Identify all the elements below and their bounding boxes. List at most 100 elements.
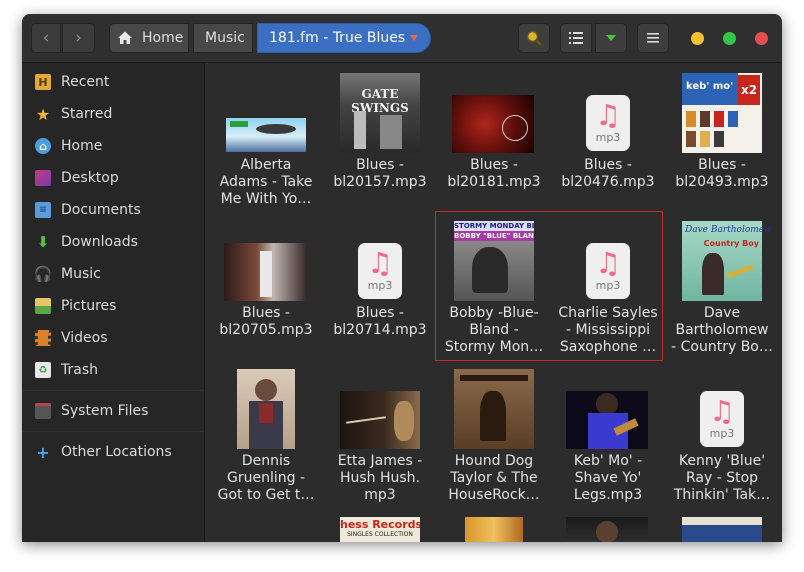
file-name-line: Etta James - xyxy=(337,453,423,469)
file-name-line: bl20705.mp3 xyxy=(219,322,313,338)
forward-button[interactable]: › xyxy=(62,23,95,53)
file-name-line: Blues - xyxy=(698,157,746,173)
file-name-line: Blues - xyxy=(584,157,632,173)
music-note-icon: ♫ xyxy=(367,246,393,280)
file-name-line: Blues - xyxy=(356,157,404,173)
sidebar-item-desktop[interactable]: Desktop xyxy=(35,166,119,190)
file-extension: mp3 xyxy=(367,279,393,292)
list-view-icon xyxy=(569,32,583,44)
search-button[interactable] xyxy=(518,23,550,53)
album-art xyxy=(566,517,648,542)
documents-icon: ≡ xyxy=(35,202,51,218)
mp3-file-icon: ♫ mp3 xyxy=(700,391,744,447)
album-art xyxy=(340,391,420,449)
list-view-button[interactable] xyxy=(560,23,592,53)
forward-icon: › xyxy=(75,28,82,48)
album-art: Dave Bartholomew Country Boy xyxy=(682,221,772,301)
album-art-text: x2 xyxy=(738,75,760,105)
breadcrumb-current-folder[interactable]: 181.fm - True Blues xyxy=(257,23,431,53)
breadcrumb-home[interactable]: Home xyxy=(109,23,189,53)
view-options-button[interactable] xyxy=(595,23,627,53)
sidebar-item-label: Documents xyxy=(61,202,141,218)
file-name-line: Taylor & The xyxy=(450,470,538,486)
file-name-line: Bland - xyxy=(469,322,519,338)
file-name-line: Got to Get t… xyxy=(217,487,315,503)
menu-button[interactable] xyxy=(637,23,669,53)
music-note-icon: ♫ xyxy=(595,98,621,132)
breadcrumb-current-label: 181.fm - True Blues xyxy=(269,30,406,46)
file-name-line: Bobby -Blue- xyxy=(449,305,539,321)
star-icon: ★ xyxy=(35,104,51,124)
downloads-icon: ⬇ xyxy=(36,233,50,251)
file-name-line: bl20181.mp3 xyxy=(447,174,541,190)
file-name-line: Hound Dog xyxy=(454,453,534,469)
sidebar-item-label: Other Locations xyxy=(61,444,172,460)
sidebar-item-system-files[interactable]: System Files xyxy=(35,399,148,423)
sidebar-item-label: Starred xyxy=(61,106,113,122)
sidebar-item-label: Recent xyxy=(61,74,110,90)
sidebar-item-label: Trash xyxy=(61,362,98,378)
search-icon xyxy=(526,30,542,46)
menu-icon xyxy=(647,33,659,43)
plus-icon: + xyxy=(36,442,50,462)
sidebar-item-downloads[interactable]: ⬇ Downloads xyxy=(35,230,138,254)
album-art xyxy=(682,517,762,542)
album-art xyxy=(237,369,295,449)
file-name-line: HouseRock… xyxy=(448,487,540,503)
close-button[interactable] xyxy=(755,32,768,45)
album-art xyxy=(452,95,534,153)
album-art-text: keb' mo' xyxy=(686,81,734,92)
file-name-line: Saxophone … xyxy=(559,339,657,355)
file-name-line: Alberta xyxy=(240,157,292,173)
header-bar: ‹ › Home Music 181.fm - True Blues xyxy=(22,14,782,63)
sidebar-item-home[interactable]: ⌂ Home xyxy=(35,134,102,158)
maximize-button[interactable] xyxy=(723,32,736,45)
back-icon: ‹ xyxy=(42,28,50,48)
file-name-line: bl20493.mp3 xyxy=(675,174,769,190)
sidebar-item-other-locations[interactable]: + Other Locations xyxy=(35,440,172,464)
sidebar-item-label: Downloads xyxy=(61,234,138,250)
file-name-line: Keb' Mo' - xyxy=(573,453,643,469)
file-name-line: Dennis xyxy=(241,453,291,469)
music-note-icon: ♫ xyxy=(709,394,735,428)
sidebar-item-recent[interactable]: H Recent xyxy=(35,70,109,94)
trash-icon: ♻ xyxy=(35,362,51,378)
sidebar-item-label: Videos xyxy=(61,330,108,346)
file-name-line: Blues - xyxy=(356,305,404,321)
home-icon xyxy=(118,31,132,44)
sidebar-item-music[interactable]: 🎧 Music xyxy=(34,262,101,286)
sidebar-divider xyxy=(22,431,204,432)
file-name-line: Stormy Mon… xyxy=(444,339,544,355)
album-art xyxy=(465,517,523,542)
breadcrumb-music[interactable]: Music xyxy=(193,23,253,53)
file-name-line: bl20157.mp3 xyxy=(333,174,427,190)
mp3-file-icon: ♫ mp3 xyxy=(358,243,402,299)
chevron-down-icon xyxy=(410,35,418,41)
album-art xyxy=(454,369,534,449)
sidebar-item-label: Music xyxy=(61,266,101,282)
minimize-button[interactable] xyxy=(691,32,704,45)
back-button[interactable]: ‹ xyxy=(31,23,61,53)
file-name-line: Blues - xyxy=(242,305,290,321)
file-name-line: - Country Bo… xyxy=(671,339,773,355)
file-name-line: Kenny 'Blue' xyxy=(678,453,766,469)
pictures-icon xyxy=(35,298,51,314)
album-art xyxy=(224,243,306,301)
file-manager-window: ‹ › Home Music 181.fm - True Blues H Rec… xyxy=(22,14,782,542)
sidebar-item-starred[interactable]: ★ Starred xyxy=(35,102,113,126)
sidebar-item-label: Pictures xyxy=(61,298,117,314)
sidebar-divider xyxy=(22,390,204,391)
sidebar-item-label: Home xyxy=(61,138,103,154)
sidebar-item-documents[interactable]: ≡ Documents xyxy=(35,198,141,222)
sidebar-item-pictures[interactable]: Pictures xyxy=(35,294,116,318)
file-extension: mp3 xyxy=(595,131,621,144)
file-name-line: Hush Hush. xyxy=(339,470,421,486)
file-extension: mp3 xyxy=(709,427,735,440)
sidebar-item-trash[interactable]: ♻ Trash xyxy=(35,358,98,382)
file-name-line: Ray - Stop xyxy=(685,470,759,486)
file-name-line: Thinkin' Tak… xyxy=(673,487,771,503)
sidebar-item-videos[interactable]: Videos xyxy=(35,326,108,350)
mp3-file-icon: ♫ mp3 xyxy=(586,95,630,151)
album-art-text: BOBBY "BLUE" BLAND xyxy=(454,231,534,241)
home-icon: ⌂ xyxy=(35,138,51,154)
